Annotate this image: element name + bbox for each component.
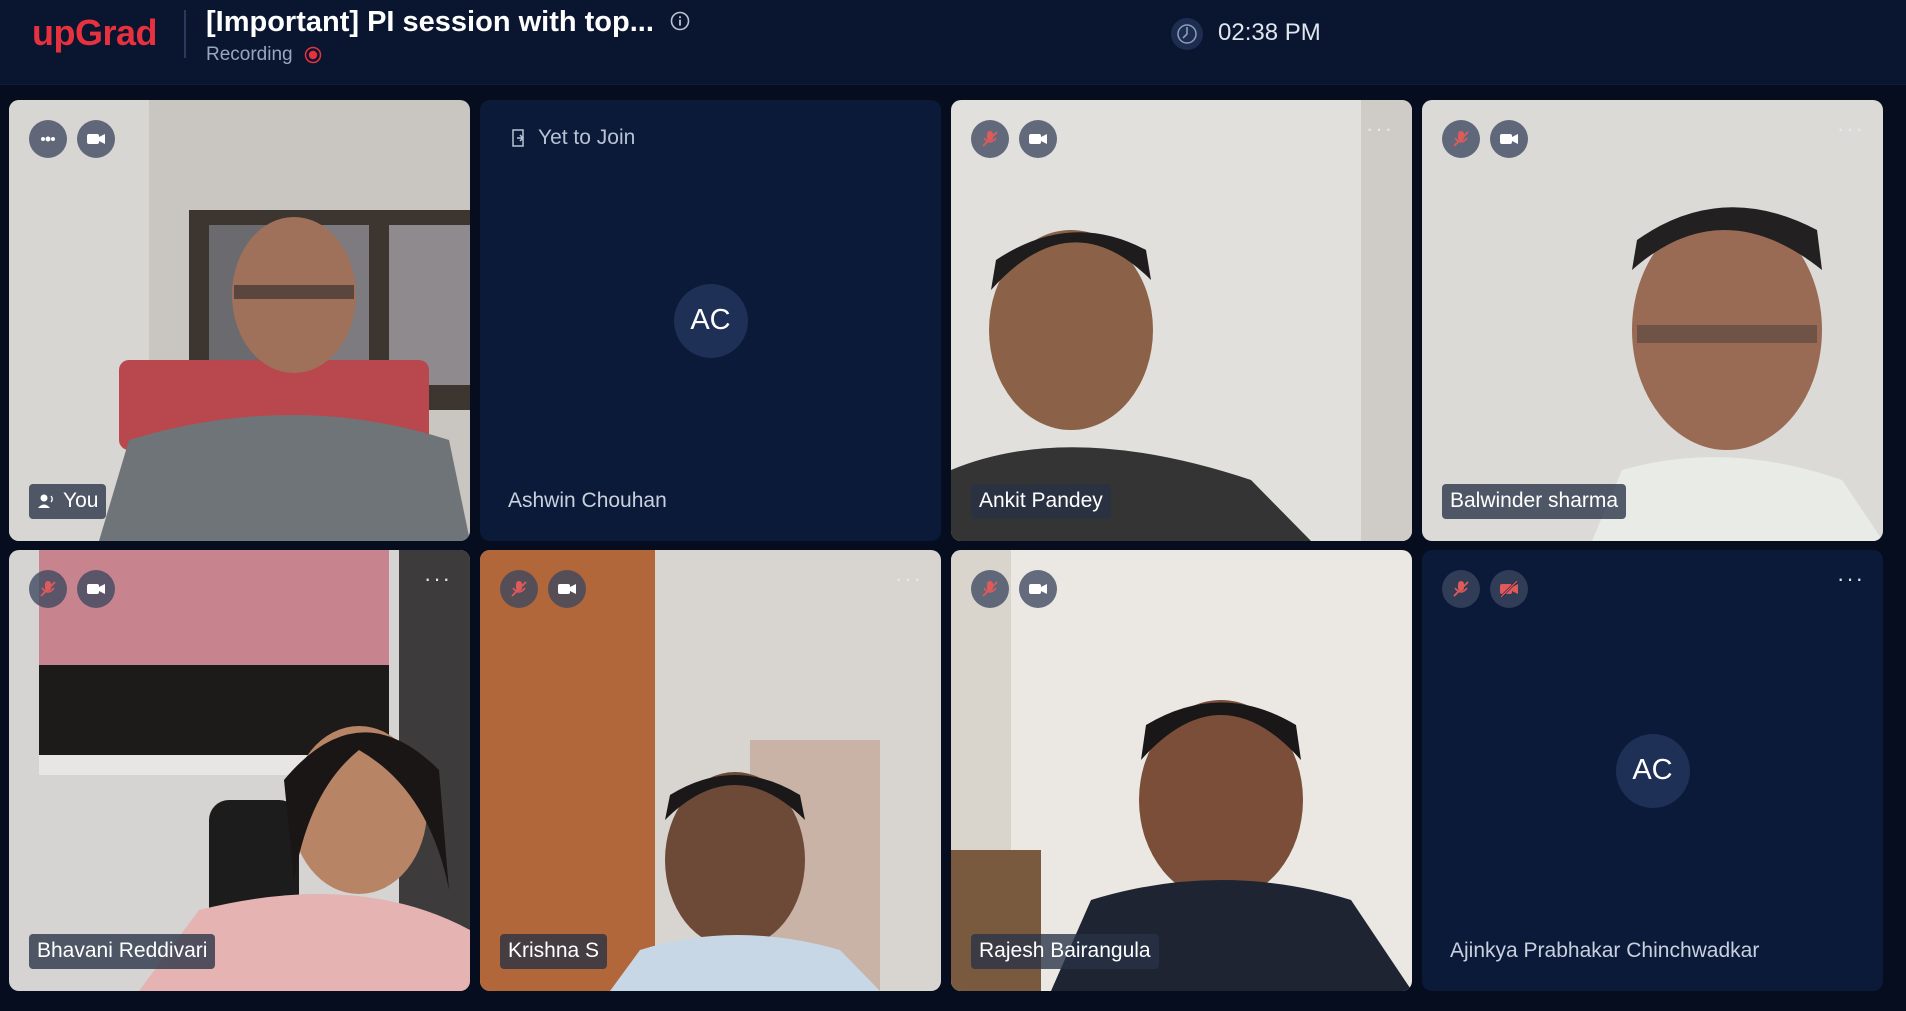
participant-nameplate: Bhavani Reddivari bbox=[29, 934, 216, 969]
mic-muted-button[interactable] bbox=[971, 120, 1009, 158]
more-options-button[interactable]: ··· bbox=[1837, 118, 1865, 140]
participant-nameplate: Rajesh Bairangula bbox=[971, 934, 1159, 969]
camera-off-button[interactable] bbox=[1490, 570, 1528, 608]
participant-tile-bhavani-reddivari[interactable]: ··· Bhavani Reddivari bbox=[9, 550, 470, 991]
participant-video bbox=[9, 550, 470, 991]
more-options-button[interactable]: ··· bbox=[895, 568, 923, 590]
participant-nameplate: Krishna S bbox=[500, 934, 608, 969]
audio-levels-icon bbox=[41, 136, 55, 142]
participant-tile-ashwin-chouhan[interactable]: Yet to Join AC Ashwin Chouhan bbox=[480, 100, 941, 541]
participant-tile-rajesh-bairangula[interactable]: Rajesh Bairangula bbox=[951, 550, 1412, 991]
participant-name: Ajinkya Prabhakar Chinchwadkar bbox=[1450, 939, 1760, 962]
mic-muted-button[interactable] bbox=[500, 570, 538, 608]
camera-icon bbox=[87, 584, 105, 594]
participant-name: You bbox=[63, 489, 99, 512]
camera-icon bbox=[1029, 584, 1047, 594]
mic-muted-button[interactable] bbox=[29, 570, 67, 608]
enter-icon bbox=[512, 129, 525, 147]
session-title: [Important] PI session with top... bbox=[206, 6, 654, 38]
camera-icon bbox=[558, 584, 576, 594]
participant-name: Krishna S bbox=[508, 939, 600, 962]
mic-muted-icon bbox=[982, 581, 998, 597]
participant-nameplate: You bbox=[29, 484, 107, 519]
participant-nameplate: Ashwin Chouhan bbox=[500, 484, 675, 519]
join-status-text: Yet to Join bbox=[538, 126, 636, 149]
more-options-button[interactable]: ··· bbox=[424, 568, 452, 590]
camera-button[interactable] bbox=[1019, 570, 1057, 608]
mic-muted-button[interactable] bbox=[1442, 120, 1480, 158]
mic-muted-icon bbox=[1453, 131, 1469, 147]
participant-video bbox=[951, 100, 1412, 541]
participant-video bbox=[951, 550, 1412, 991]
camera-off-icon bbox=[1500, 580, 1518, 598]
mic-muted-icon bbox=[1453, 581, 1469, 597]
more-options-button[interactable]: ··· bbox=[1366, 118, 1394, 140]
recording-indicator-icon bbox=[304, 46, 322, 64]
mic-muted-button[interactable] bbox=[971, 570, 1009, 608]
participant-tile-krishna-s[interactable]: ··· Krishna S bbox=[480, 550, 941, 991]
participant-tile-you[interactable]: You bbox=[9, 100, 470, 541]
participant-nameplate: Ankit Pandey bbox=[971, 484, 1111, 519]
recording-label: Recording bbox=[206, 44, 293, 65]
mic-muted-icon bbox=[40, 581, 56, 597]
participant-video bbox=[1422, 100, 1883, 541]
header-divider bbox=[184, 10, 186, 58]
participant-name: Ashwin Chouhan bbox=[508, 489, 667, 512]
participant-name: Rajesh Bairangula bbox=[979, 939, 1151, 962]
top-bar: upGrad [Important] PI session with top..… bbox=[0, 0, 1906, 85]
participant-name: Balwinder sharma bbox=[1450, 489, 1619, 512]
participant-video bbox=[480, 550, 941, 991]
camera-button[interactable] bbox=[77, 120, 115, 158]
speaking-icon bbox=[38, 494, 53, 508]
participant-tile-balwinder-sharma[interactable]: ··· Balwinder sharma bbox=[1422, 100, 1883, 541]
participant-nameplate: Ajinkya Prabhakar Chinchwadkar bbox=[1442, 934, 1767, 969]
camera-button[interactable] bbox=[1019, 120, 1057, 158]
camera-icon bbox=[1029, 134, 1047, 144]
mic-muted-icon bbox=[511, 581, 527, 597]
participant-video bbox=[9, 100, 470, 541]
participant-name: Ankit Pandey bbox=[979, 489, 1103, 512]
mic-muted-icon bbox=[982, 131, 998, 147]
camera-button[interactable] bbox=[77, 570, 115, 608]
info-icon[interactable] bbox=[670, 11, 690, 31]
clock-icon bbox=[1171, 18, 1203, 50]
participant-avatar: AC bbox=[1615, 733, 1690, 808]
mic-level-button[interactable] bbox=[29, 120, 67, 158]
participant-tile-ankit-pandey[interactable]: ··· Ankit Pandey bbox=[951, 100, 1412, 541]
camera-button[interactable] bbox=[548, 570, 586, 608]
participant-nameplate: Balwinder sharma bbox=[1442, 484, 1627, 519]
upgrad-logo: upGrad bbox=[32, 12, 158, 53]
join-status: Yet to Join bbox=[510, 126, 635, 150]
participant-name: Bhavani Reddivari bbox=[37, 939, 208, 962]
camera-icon bbox=[87, 134, 105, 144]
mic-muted-button[interactable] bbox=[1442, 570, 1480, 608]
camera-icon bbox=[1500, 134, 1518, 144]
participant-tile-ajinkya-prabhakar-chinchwadkar[interactable]: ··· AC Ajinkya Prabhakar Chinchwadkar bbox=[1422, 550, 1883, 991]
participant-avatar: AC bbox=[673, 283, 748, 358]
session-time: 02:38 PM bbox=[1218, 19, 1321, 46]
camera-button[interactable] bbox=[1490, 120, 1528, 158]
more-options-button[interactable]: ··· bbox=[1837, 568, 1865, 590]
